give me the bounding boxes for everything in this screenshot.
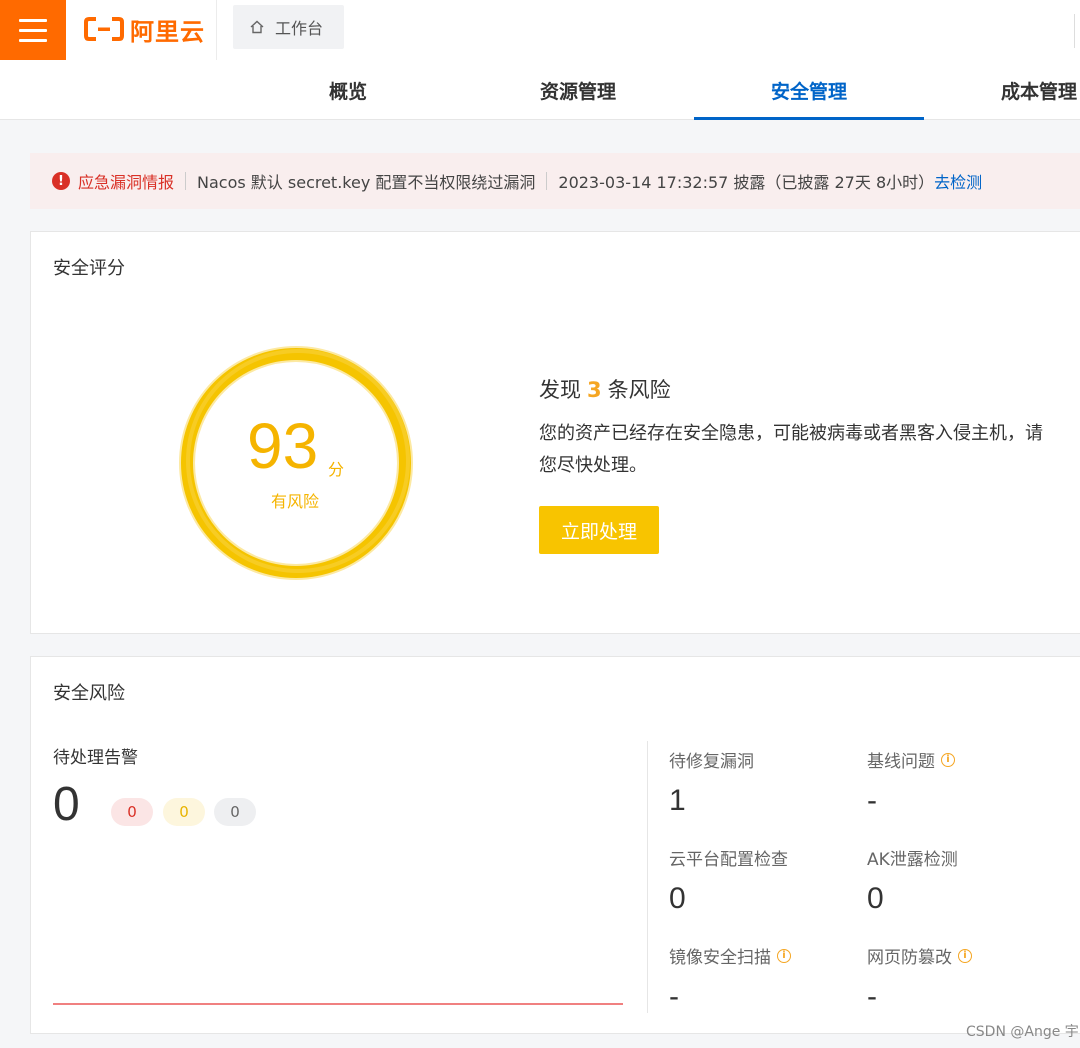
metric-value: 0 [867, 882, 884, 915]
security-score: 93 [247, 410, 319, 482]
metric-label: 待修复漏洞 [669, 752, 754, 772]
pending-alerts-label: 待处理告警 [53, 748, 138, 768]
metric-label: 云平台配置检查 [669, 850, 788, 870]
metric-web-tamper-protection[interactable]: 网页防篡改 i - [867, 943, 972, 1012]
risk-description: 您的资产已经存在安全隐患，可能被病毒或者黑客入侵主机，请您尽快处理。 [539, 423, 1043, 476]
metric-value: 0 [669, 882, 686, 915]
tab-bar: 概览 资源管理 安全管理 成本管理 [0, 60, 1080, 120]
risk-count: 3 [587, 378, 602, 402]
metric-value: - [867, 980, 877, 1013]
workbench-label: 工作台 [275, 19, 324, 38]
alert-time: 2023-03-14 17:32:57 披露（已披露 27天 8小时） [558, 173, 935, 192]
metric-label: 网页防篡改 [867, 948, 952, 968]
card-title: 安全评分 [53, 258, 125, 279]
metric-ak-leak-detection[interactable]: AK泄露检测 0 [867, 845, 958, 914]
security-score-card: 安全评分 93 分 有风险 发现 3 条风险 您的资产已经存在安全隐患，可能被病毒或… [30, 231, 1080, 634]
alert-title: 应急漏洞情报 [78, 173, 175, 192]
tab-overview[interactable]: 概览 [233, 60, 463, 120]
brand-logo[interactable]: 阿里云 [84, 13, 205, 46]
menu-icon-bar [19, 18, 47, 22]
metric-image-scan[interactable]: 镜像安全扫描 i - [669, 943, 791, 1012]
aliyun-logo-icon [84, 17, 124, 41]
watermark: CSDN @Ange 宇 [966, 1024, 1079, 1040]
metric-value: - [669, 980, 679, 1013]
menu-icon-bar [19, 28, 47, 32]
alert-check-link[interactable]: 去检测 [934, 169, 982, 193]
info-icon[interactable]: i [941, 752, 955, 767]
risk-card-divider [647, 741, 648, 1013]
metric-value: - [867, 784, 877, 817]
header-divider [1074, 14, 1075, 48]
handle-now-button[interactable]: 立即处理 [539, 506, 659, 554]
alerts-low-badge[interactable]: 0 [214, 798, 256, 826]
score-status: 有风险 [271, 492, 320, 511]
metric-label: 镜像安全扫描 [669, 948, 771, 968]
metric-cloud-config-check[interactable]: 云平台配置检查 0 [669, 845, 788, 914]
info-icon[interactable]: i [958, 948, 972, 963]
tab-security-management[interactable]: 安全管理 [694, 60, 924, 120]
header-divider [216, 0, 217, 60]
info-icon[interactable]: i [777, 948, 791, 963]
metric-baseline[interactable]: 基线问题 i - [867, 747, 955, 816]
workbench-button[interactable]: 工作台 [233, 5, 344, 49]
alerts-high-badge[interactable]: 0 [111, 798, 153, 826]
alert-separator [185, 172, 187, 190]
card-title: 安全风险 [53, 683, 125, 704]
tab-cost-management[interactable]: 成本管理 [924, 60, 1080, 120]
alerts-medium-badge[interactable]: 0 [163, 798, 205, 826]
alert-message: Nacos 默认 secret.key 配置不当权限绕过漏洞 [197, 173, 536, 192]
alert-icon: ! [52, 172, 70, 190]
top-bar: 阿里云 工作台 [0, 0, 1080, 60]
home-icon [250, 20, 264, 34]
alerts-trend-line [53, 1003, 623, 1005]
alert-separator [546, 172, 548, 190]
metric-value: 1 [669, 784, 686, 817]
vulnerability-alert-banner: ! 应急漏洞情报 Nacos 默认 secret.key 配置不当权限绕过漏洞 … [30, 153, 1080, 209]
metric-label: 基线问题 [867, 752, 935, 772]
metric-label: AK泄露检测 [867, 850, 958, 870]
score-unit: 分 [328, 460, 345, 479]
menu-button[interactable] [0, 0, 66, 60]
risk-summary-heading: 发现 3 条风险 [539, 374, 671, 404]
security-risk-card: 安全风险 待处理告警 0 0 0 0 待修复漏洞 1 基线问题 i - 云平台配置… [30, 656, 1080, 1034]
risk-prefix: 发现 [539, 378, 581, 402]
pending-alerts-count[interactable]: 0 [53, 781, 80, 829]
metric-vulnerabilities[interactable]: 待修复漏洞 1 [669, 747, 754, 816]
brand-name: 阿里云 [130, 17, 205, 46]
risk-suffix: 条风险 [607, 378, 671, 402]
tab-resource-management[interactable]: 资源管理 [463, 60, 693, 120]
menu-icon-bar [19, 38, 47, 42]
